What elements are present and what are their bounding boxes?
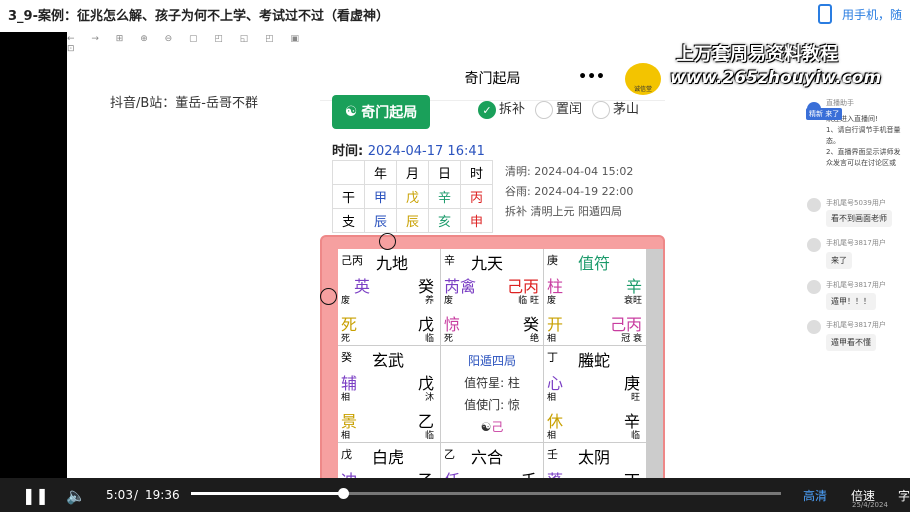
radio-icon [592,100,611,119]
taiji-icon: ☯ [480,420,492,434]
volume-icon[interactable]: 🔈 [66,486,86,505]
palace-2: 辛九天 芮禽 己丙废临 旺惊癸死绝 [441,249,543,345]
player-controls: ❚❚ 🔈 5:03 / 19:36 高清 倍速 字 25/4/2024 [0,478,910,512]
progress-handle[interactable] [338,488,349,499]
video-title: 3_9-案例：征兆怎么解、孩子为何不上学、考试过不过（看虚神） [8,8,389,24]
taiji-icon: ☯ [344,104,358,120]
palace-4: 癸玄武辅戊相沐景乙相临 [338,346,440,442]
option-zhirun[interactable]: 置闰 [535,98,582,119]
avatar [807,238,821,252]
avatar [807,320,821,334]
more-icon[interactable]: ••• [578,69,605,85]
pause-icon[interactable]: ❚❚ [22,486,49,505]
qimen-board: 己丙 九地英癸废养死戊死临 辛九天 芮禽 己丙废临 旺惊癸死绝 庚值符柱辛废衰旺开己丙… [320,235,665,503]
annotation-circle [320,288,337,305]
chat-panel: 直播助手 欢迎进入直播间! 1、请自行调节手机音量 态。 2、直播界面显示讲师发… [800,90,910,480]
palace-3: 庚值符柱辛废衰旺开己丙相冠 衰 [544,249,646,345]
ganzhi-table: 年月日时 干甲戊辛丙 支辰辰亥申 [332,160,493,233]
palace-6: 丁螣蛇心庚相旺休辛相临 [544,346,646,442]
palace-1: 己丙 九地英癸废养死戊死临 [338,249,440,345]
progress-fill [191,492,343,495]
method-options: ✓ 拆补 置闰 茅山 [478,98,639,119]
avatar [807,280,821,294]
phone-icon[interactable] [817,4,832,24]
time-total: 19:36 [145,488,180,502]
app-title: 奇门起局 [464,70,521,87]
douyin-label: 抖音/B站：董岳-岳哥不群 [110,96,258,111]
logo-icon: 诚信堂 [625,63,661,95]
title-bar: 3_9-案例：征兆怎么解、孩子为何不上学、考试过不过（看虚神） 用手机，随 [0,0,910,28]
check-icon: ✓ [478,100,496,119]
video-left-bar [0,32,67,480]
jieqi-info: 清明: 2024-04-04 15:02 谷雨: 2024-04-19 22:00… [505,165,634,218]
watermark-line2: www.265zhouyiw.com [670,68,882,88]
radio-icon [535,100,554,119]
time-row: 时间: 2024-04-17 16:41 [332,144,485,159]
status-badge: 精新 来了 [806,108,843,120]
annotation-circle [379,233,396,250]
option-maoshan[interactable]: 茅山 [592,98,639,119]
avatar [807,198,821,212]
qiju-button[interactable]: ☯ 奇门起局 [332,95,430,129]
subtitle-button[interactable]: 字 [898,487,910,504]
quality-button[interactable]: 高清 [803,487,827,504]
viewer-toolbar[interactable]: ← → ⊞ ⊕ ⊖ ▢ ◰ ◱ ◰ ▣ ⊡ [67,34,317,54]
palace-center: 阳遁四局 值符星: 柱值使门: 惊 ☯己 [441,346,543,442]
qimen-app: 奇门起局 ••• 诚信堂 ☯ 奇门起局 ✓ 拆补 置闰 茅山 时间: 2024-04-1… [320,55,665,503]
watermark-line1: 上万套周易资料教程 [676,44,838,65]
phone-link[interactable]: 用手机，随 [842,6,902,23]
time-current: 5:03 [106,488,133,502]
option-chaibu[interactable]: ✓ 拆补 [478,98,525,119]
taskbar-date: 25/4/2024 [852,501,888,509]
